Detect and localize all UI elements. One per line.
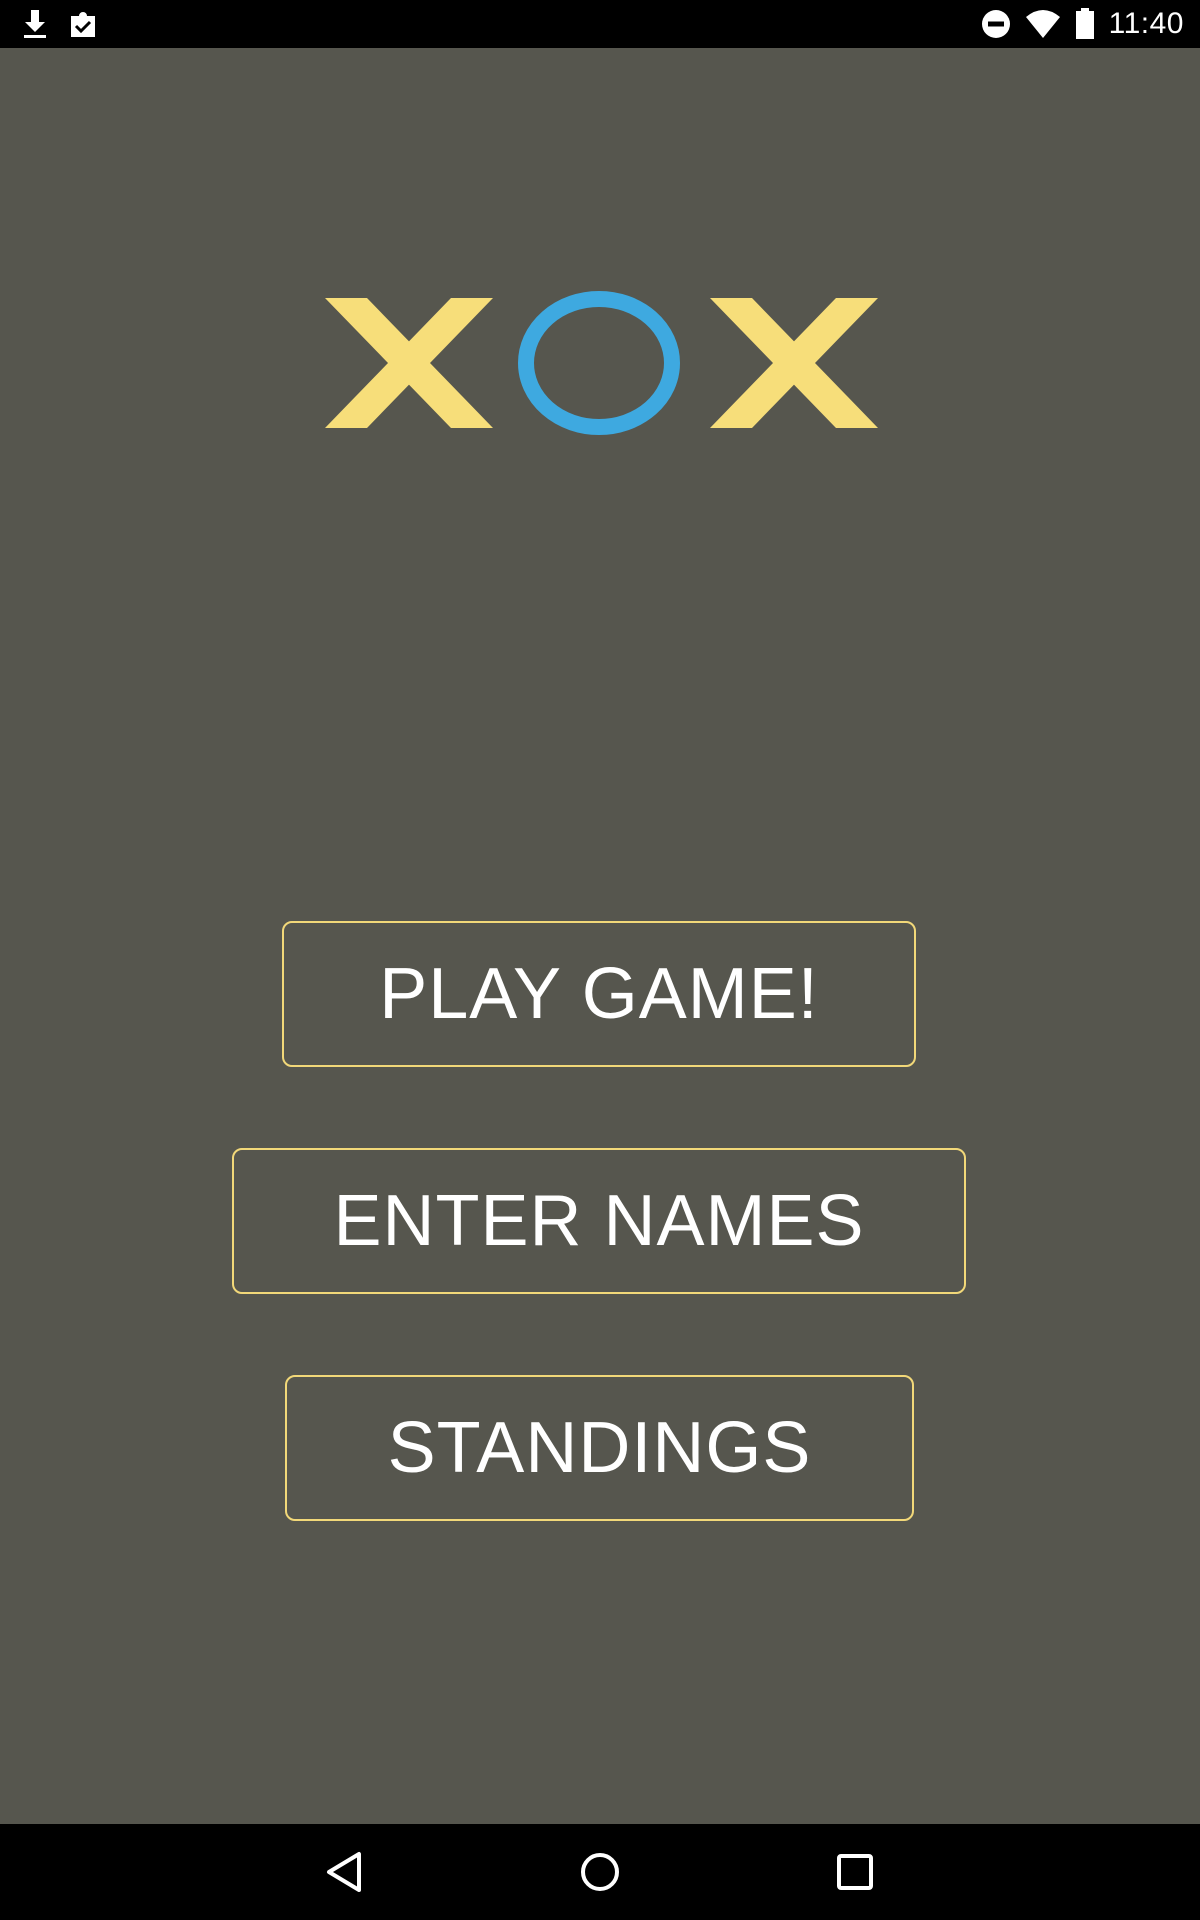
- status-bar: 11:40: [0, 0, 1200, 48]
- battery-icon: [1075, 8, 1095, 40]
- standings-label: STANDINGS: [387, 1408, 812, 1488]
- logo-x-right-icon: [710, 298, 878, 428]
- wifi-icon: [1025, 9, 1061, 39]
- app-screen: 11:40 PLAY GAME! ENTER NAMES STANDINGS: [0, 0, 1200, 1920]
- enter-names-label: ENTER NAMES: [333, 1181, 865, 1261]
- app-logo: [320, 290, 880, 440]
- clock: 11:40: [1108, 7, 1184, 40]
- home-icon[interactable]: [572, 1844, 628, 1900]
- back-icon[interactable]: [317, 1844, 373, 1900]
- play-game-button[interactable]: PLAY GAME!: [282, 921, 916, 1067]
- do-not-disturb-icon: [981, 9, 1011, 39]
- enter-names-button[interactable]: ENTER NAMES: [232, 1148, 966, 1294]
- standings-button[interactable]: STANDINGS: [285, 1375, 914, 1521]
- logo-x-left-icon: [325, 298, 493, 428]
- clipboard-check-icon: [68, 9, 98, 39]
- download-icon: [20, 8, 50, 40]
- recents-icon[interactable]: [827, 1844, 883, 1900]
- navigation-bar: [0, 1824, 1200, 1920]
- logo-o-icon: [518, 291, 680, 435]
- play-game-label: PLAY GAME!: [379, 954, 819, 1034]
